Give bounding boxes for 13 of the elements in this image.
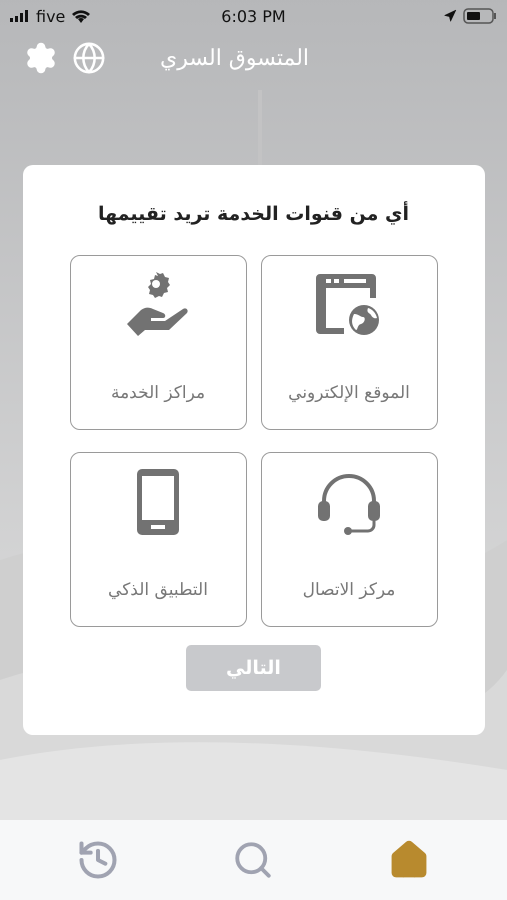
- channel-option[interactable]: مركز الاتصال: [260, 452, 438, 627]
- signal-icon: [10, 10, 30, 22]
- channel-option[interactable]: الموقع الإلكتروني: [260, 255, 438, 430]
- app-title: المتسوق السري: [160, 46, 310, 70]
- dialog-question: أي من قنوات الخدمة تريد تقييمها: [98, 203, 409, 225]
- carrier-name: five: [36, 6, 66, 26]
- status-time: 6:03 PM: [221, 6, 286, 26]
- globe-icon[interactable]: [72, 41, 106, 75]
- channel-option[interactable]: مراكز الخدمة: [70, 255, 246, 430]
- channel-option[interactable]: التطبيق الذكي: [70, 452, 246, 627]
- battery-icon: [463, 8, 497, 24]
- location-icon: [443, 9, 457, 23]
- wifi-icon: [71, 9, 92, 23]
